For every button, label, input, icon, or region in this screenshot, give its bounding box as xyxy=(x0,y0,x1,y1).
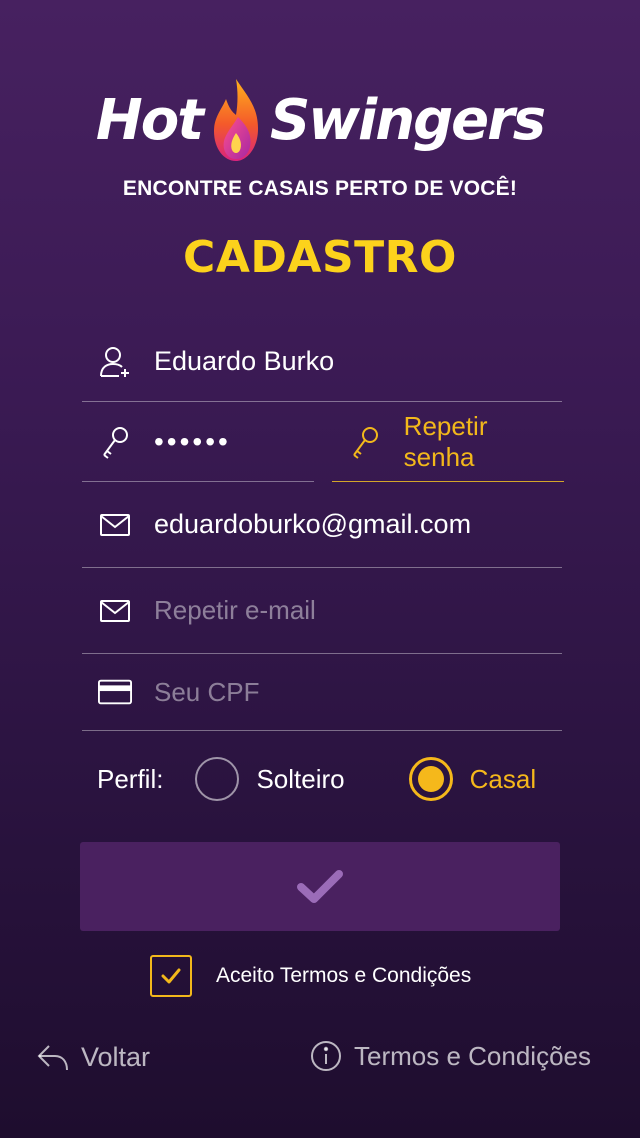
email-field[interactable]: eduardoburko@gmail.com xyxy=(82,482,562,568)
accept-terms-row[interactable]: Aceito Termos e Condições xyxy=(150,955,471,997)
radio-casal[interactable] xyxy=(408,757,453,801)
cpf-field[interactable]: Seu CPF xyxy=(82,654,562,731)
profile-option-solteiro[interactable]: Solteiro xyxy=(195,757,345,801)
terms-checkbox-label: Aceito Termos e Condições xyxy=(216,964,472,987)
flame-icon xyxy=(213,79,258,161)
repeat-email-placeholder: Repetir e-mail xyxy=(154,595,316,625)
terms-link[interactable]: Termos e Condições xyxy=(310,1040,591,1072)
credit-card-icon xyxy=(98,675,132,709)
logo-text-left: Hot xyxy=(95,87,204,153)
add-user-icon xyxy=(98,345,132,379)
repeat-email-field[interactable]: Repetir e-mail xyxy=(82,568,562,654)
password-field[interactable]: •••••• xyxy=(82,402,314,482)
repeat-password-placeholder: Repetir senha xyxy=(403,410,488,472)
reply-arrow-icon xyxy=(37,1044,68,1070)
password-value: •••••• xyxy=(154,425,231,457)
page-title: CADASTRO xyxy=(183,232,457,283)
mail-icon xyxy=(98,508,132,542)
app-logo: Hot Swingers xyxy=(0,70,640,170)
terms-checkbox[interactable] xyxy=(150,955,192,997)
profile-option-casal[interactable]: Casal xyxy=(408,757,537,801)
tagline: ENCONTRE CASAIS PERTO DE VOCÊ! xyxy=(122,177,518,200)
cpf-placeholder: Seu CPF xyxy=(154,676,260,707)
terms-link-label: Termos e Condições xyxy=(354,1040,591,1071)
back-button[interactable]: Voltar xyxy=(37,1042,150,1073)
check-icon xyxy=(297,869,343,903)
logo-text-right: Swingers xyxy=(269,87,546,153)
mail-icon xyxy=(98,594,132,628)
name-value: Eduardo Burko xyxy=(154,346,335,376)
repeat-password-field[interactable]: Repetir senha xyxy=(332,402,564,482)
email-value: eduardoburko@gmail.com xyxy=(154,509,472,539)
back-label: Voltar xyxy=(81,1042,151,1072)
profile-selector: Perfil: Solteiro Casal xyxy=(97,752,567,806)
name-field[interactable]: Eduardo Burko xyxy=(82,322,562,402)
option-label-solteiro: Solteiro xyxy=(256,763,345,794)
profile-label: Perfil: xyxy=(97,763,164,794)
key-icon xyxy=(98,425,132,459)
radio-solteiro[interactable] xyxy=(195,757,240,801)
info-icon xyxy=(311,1041,341,1071)
key-icon xyxy=(348,425,382,459)
submit-button[interactable] xyxy=(80,842,560,931)
check-icon xyxy=(161,968,181,984)
option-label-casal: Casal xyxy=(469,763,537,794)
